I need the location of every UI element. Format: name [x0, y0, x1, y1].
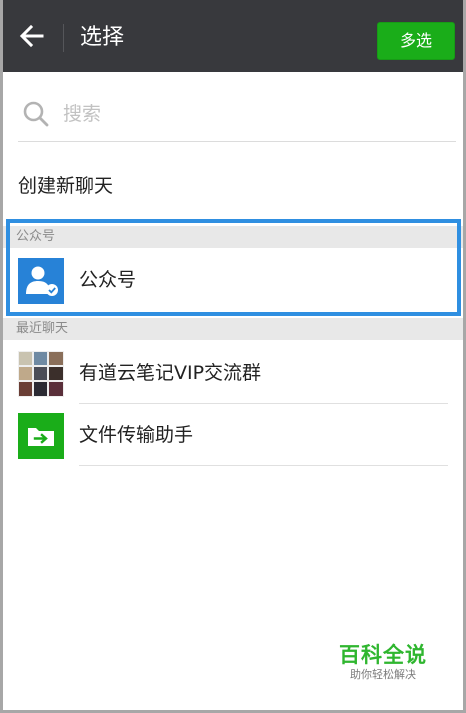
create-new-chat[interactable]: 创建新聊天	[18, 172, 113, 200]
file-transfer-icon	[18, 413, 64, 459]
multi-select-button[interactable]: 多选	[377, 22, 455, 60]
official-account-icon	[18, 258, 64, 304]
section-header-official-accounts: 公众号	[3, 226, 463, 248]
search-icon	[23, 101, 49, 127]
watermark-logo: 百科全说 助你轻松解决	[338, 642, 428, 682]
back-arrow-icon	[19, 24, 44, 48]
watermark-title: 百科全说	[339, 643, 427, 667]
list-item-label: 有道云笔记VIP交流群	[79, 362, 262, 384]
list-item-group-chat[interactable]: 有道云笔记VIP交流群	[3, 342, 463, 404]
section-header-recent-chats: 最近聊天	[3, 318, 463, 340]
title-bar: 选择 多选	[0, 0, 466, 72]
list-item-label: 公众号	[79, 269, 137, 291]
watermark-subtitle: 助你轻松解决	[350, 668, 416, 681]
page-title: 选择	[80, 25, 125, 50]
list-item-file-transfer[interactable]: 文件传输助手	[3, 404, 463, 466]
search-placeholder: 搜索	[63, 103, 102, 125]
back-button[interactable]	[12, 16, 52, 56]
title-divider	[63, 24, 64, 52]
search-bar[interactable]: 搜索	[18, 90, 456, 142]
list-item-label: 文件传输助手	[79, 424, 194, 446]
row-divider	[79, 465, 448, 466]
group-avatar-icon	[18, 351, 64, 397]
list-item-official-accounts[interactable]: 公众号	[3, 249, 463, 313]
